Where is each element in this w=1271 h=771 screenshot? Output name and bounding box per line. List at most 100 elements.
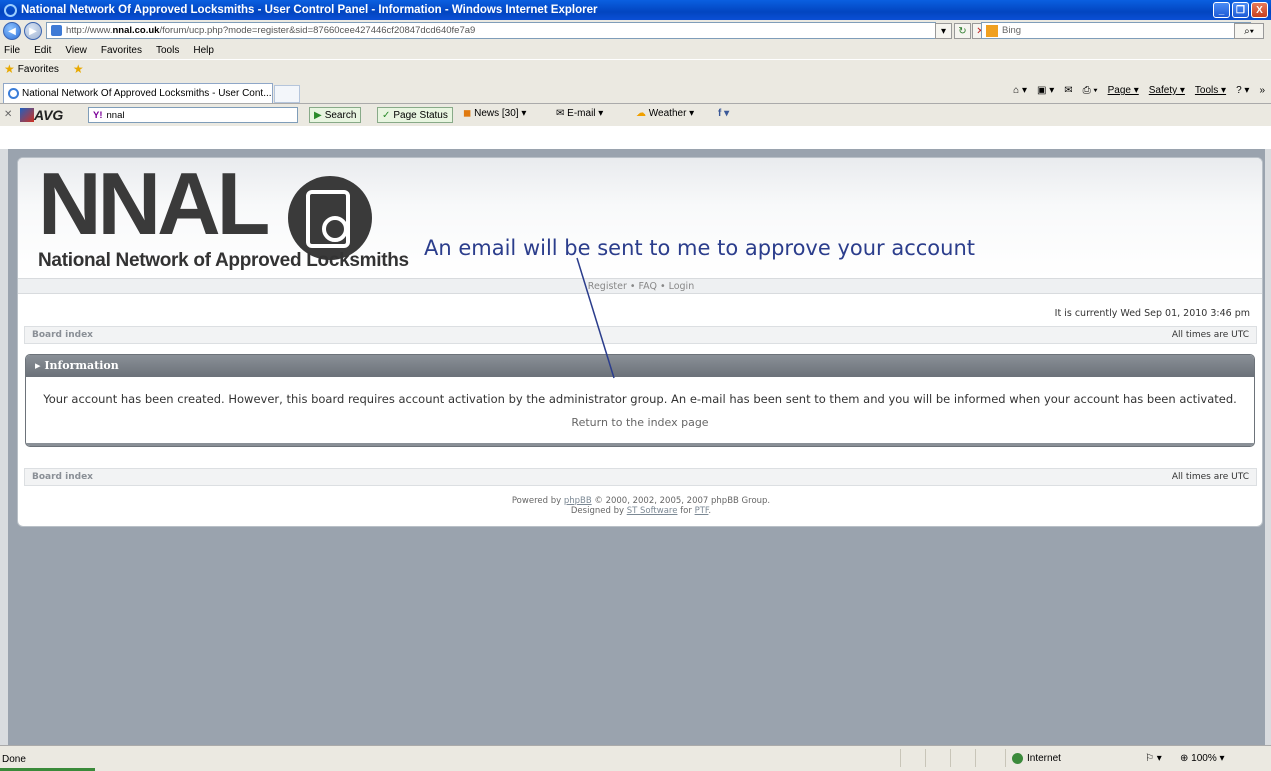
avg-search-label: Search — [324, 109, 357, 121]
information-title: Information — [44, 359, 119, 372]
refresh-icon[interactable]: ↻ — [954, 23, 971, 39]
footer-powered: Powered by — [511, 496, 564, 506]
menu-edit[interactable]: Edit — [34, 45, 51, 56]
search-box[interactable]: Bing — [981, 22, 1251, 39]
help-menu[interactable]: ? ▾ — [1236, 85, 1249, 96]
board-index-link-bottom[interactable]: Board index — [32, 472, 93, 482]
more-commands[interactable]: » — [1259, 85, 1265, 96]
tools-menu[interactable]: Tools ▾ — [1195, 85, 1226, 96]
protected-mode-icon[interactable]: ⚐ ▾ — [1145, 753, 1162, 764]
status-separator — [925, 749, 926, 767]
new-tab-button[interactable] — [274, 85, 300, 103]
site-logo-subtitle: National Network of Approved Locksmiths — [38, 250, 409, 271]
window-titlebar: National Network Of Approved Locksmiths … — [0, 0, 1271, 20]
close-toolbar-icon[interactable]: ✕ — [4, 109, 12, 120]
favorites-button[interactable]: Favorites — [18, 64, 59, 75]
address-bar[interactable]: http://www. nnal.co.uk/forum/ucp.php?mode… — [46, 22, 936, 39]
envelope-icon: ✉ — [556, 108, 568, 119]
lock-logo-icon — [288, 176, 372, 260]
ptf-link[interactable]: PTF — [695, 506, 709, 516]
menu-tools[interactable]: Tools — [156, 45, 179, 56]
avg-toolbar: ✕ AVG Y! nnal ▶ Search ✓ Page Status ◼ N… — [0, 104, 1271, 126]
triangle-right-icon: ▸ — [35, 359, 45, 372]
site-header: NNAL National Network of Approved Locksm… — [18, 158, 1262, 278]
forum-nav-links[interactable]: Register • FAQ • Login — [18, 278, 1262, 294]
site-logo-text[interactable]: NNAL — [38, 160, 270, 248]
menu-view[interactable]: View — [65, 45, 87, 56]
status-separator — [975, 749, 976, 767]
home-icon[interactable]: ⌂ ▾ — [1013, 85, 1027, 96]
search-icon: ▶ — [314, 109, 322, 121]
email-button[interactable]: ✉ E-mail ▾ — [556, 108, 603, 119]
forward-button[interactable]: ▶ — [24, 22, 42, 40]
zoom-level: 100% — [1191, 753, 1217, 764]
search-engine-label: Bing — [1002, 25, 1022, 36]
board-index-link[interactable]: Board index — [32, 330, 93, 340]
globe-icon — [1012, 753, 1023, 764]
return-index-link[interactable]: Return to the index page — [26, 416, 1254, 429]
add-favorite-icon[interactable]: ★ — [73, 62, 84, 76]
footer-line-2: Designed by ST Software for PTF. — [18, 506, 1262, 516]
safety-menu[interactable]: Safety ▾ — [1149, 85, 1185, 96]
browser-tab[interactable]: National Network Of Approved Locksmiths … — [3, 83, 273, 103]
breadcrumb-top: Board index All times are UTC — [24, 326, 1257, 344]
security-zone: Internet — [1012, 753, 1061, 764]
forum-panel: NNAL National Network of Approved Locksm… — [17, 157, 1263, 527]
dropdown-icon[interactable]: ▾ — [935, 23, 952, 39]
weather-button[interactable]: ☁ Weather ▾ — [636, 108, 694, 119]
avg-logo-icon — [20, 108, 34, 122]
page-menu[interactable]: Page ▾ — [1108, 85, 1139, 96]
weather-label: Weather ▾ — [648, 108, 695, 119]
footer-copyright: © 2000, 2002, 2005, 2007 phpBB Group. — [591, 496, 771, 506]
annotation-text: An email will be sent to me to approve y… — [424, 236, 975, 260]
ie-logo-icon — [4, 3, 17, 17]
forum-footer: Powered by phpBB © 2000, 2002, 2005, 200… — [18, 496, 1262, 516]
st-software-link[interactable]: ST Software — [627, 506, 678, 516]
url-domain: nnal.co.uk — [112, 25, 160, 36]
mail-icon[interactable]: ✉ — [1064, 85, 1072, 96]
information-message: Your account has been created. However, … — [43, 392, 1237, 406]
ie-tab-icon — [8, 88, 19, 99]
search-button[interactable]: ⌕▾ — [1234, 23, 1264, 39]
favorites-star-icon[interactable]: ★ — [4, 62, 15, 76]
menu-bar: File Edit View Favorites Tools Help — [0, 42, 1271, 59]
feeds-icon[interactable]: ▣ ▾ — [1037, 85, 1054, 96]
tab-title: National Network Of Approved Locksmiths … — [22, 88, 272, 99]
url-path: /forum/ucp.php?mode=register&sid=87660ce… — [159, 25, 476, 36]
avg-search-button[interactable]: ▶ Search — [309, 107, 362, 123]
news-label: News [30] ▾ — [474, 108, 527, 119]
logo-gear-shape — [322, 216, 348, 242]
back-button[interactable]: ◀ — [3, 22, 21, 40]
close-button[interactable]: X — [1251, 2, 1268, 18]
command-bar: ⌂ ▾ ▣ ▾ ✉ ⎙ ▾ Page ▾ Safety ▾ Tools ▾ ? … — [1013, 85, 1265, 96]
menu-file[interactable]: File — [4, 45, 20, 56]
print-icon[interactable]: ⎙ ▾ — [1083, 85, 1098, 96]
url-prefix: http://www. — [66, 25, 113, 36]
footer-for: for — [677, 506, 695, 516]
tab-strip: National Network Of Approved Locksmiths … — [0, 78, 1271, 104]
timezone-note: All times are UTC — [1171, 330, 1249, 340]
status-text: Done — [2, 754, 26, 765]
menu-favorites[interactable]: Favorites — [101, 45, 142, 56]
status-separator — [900, 749, 901, 767]
weather-icon: ☁ — [636, 108, 649, 119]
page-status-button[interactable]: ✓ Page Status — [377, 107, 453, 123]
facebook-icon[interactable]: f ▾ — [718, 108, 729, 119]
favorites-bar: ★ Favorites ★ — [0, 59, 1271, 78]
information-header: ▸ Information — [26, 355, 1254, 377]
page-icon — [51, 25, 62, 36]
page-status-label: Page Status — [393, 109, 448, 121]
phpbb-link[interactable]: phpBB — [564, 496, 592, 506]
minimize-button[interactable]: _ — [1213, 2, 1230, 18]
menu-help[interactable]: Help — [193, 45, 214, 56]
avg-brand[interactable]: AVG — [34, 107, 63, 123]
check-icon: ✓ — [382, 109, 391, 121]
avg-search-input[interactable]: Y! nnal — [88, 107, 298, 123]
footer-line-1: Powered by phpBB © 2000, 2002, 2005, 200… — [18, 496, 1262, 506]
news-button[interactable]: ◼ News [30] ▾ — [463, 108, 526, 119]
maximize-button[interactable]: ❐ — [1232, 2, 1249, 18]
zoom-control[interactable]: ⊕ 100% ▾ — [1180, 753, 1225, 764]
timezone-note-bottom: All times are UTC — [1171, 472, 1249, 482]
zone-label: Internet — [1027, 753, 1061, 764]
window-title: National Network Of Approved Locksmiths … — [21, 4, 598, 16]
